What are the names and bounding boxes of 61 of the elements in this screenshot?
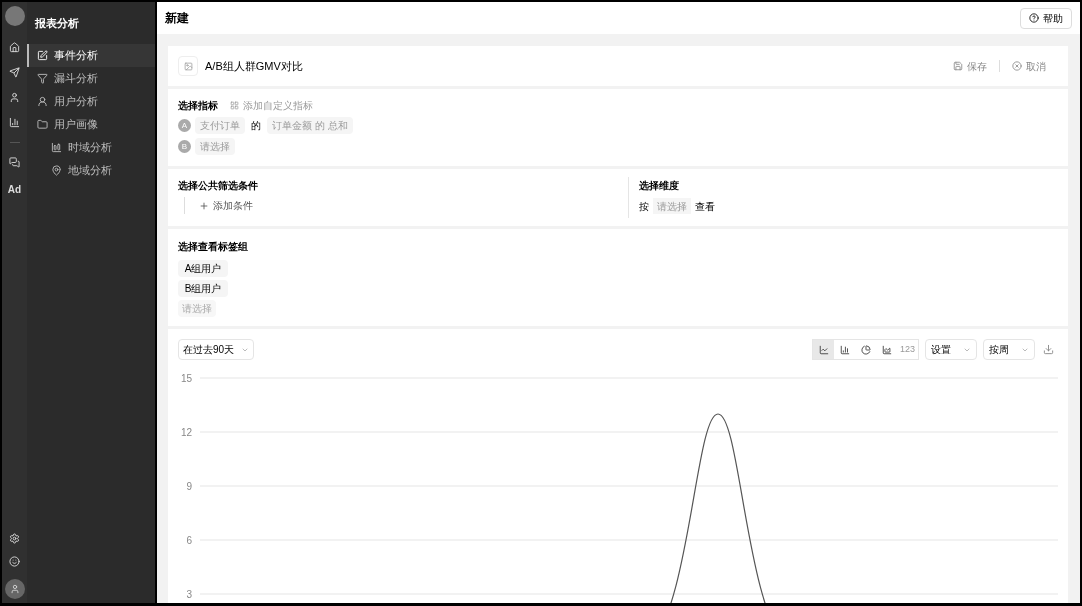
- sidebar-item[interactable]: 事件分析: [27, 44, 155, 67]
- pie-chart-icon: [860, 344, 871, 355]
- cancel-button[interactable]: 取消: [1012, 58, 1046, 74]
- date-range-dropdown[interactable]: 在过去90天: [178, 339, 254, 360]
- sidebar-item[interactable]: 地域分析: [27, 159, 155, 182]
- user-icon[interactable]: [9, 92, 20, 103]
- section-title: 选择指标: [178, 99, 218, 113]
- line-chart-icon: [818, 344, 829, 355]
- sidebar-title: 报表分析: [34, 15, 80, 31]
- suffix-text: 查看: [695, 199, 715, 214]
- smile-icon[interactable]: [9, 556, 20, 567]
- sidebar-item[interactable]: 用户分析: [27, 90, 155, 113]
- interval-dropdown[interactable]: 按周: [983, 339, 1035, 360]
- image-icon: [178, 56, 198, 76]
- user-icon: [9, 584, 20, 594]
- sidebar-item[interactable]: 漏斗分析: [27, 67, 155, 90]
- download-icon[interactable]: [1043, 344, 1054, 355]
- save-button[interactable]: 保存: [953, 58, 987, 74]
- tag-chip[interactable]: B组用户: [178, 280, 228, 297]
- chart-type-button[interactable]: [813, 340, 834, 359]
- close-icon: [1012, 61, 1022, 71]
- bar-chart-icon: [51, 142, 62, 153]
- avatar[interactable]: [4, 579, 25, 599]
- settings-icon[interactable]: [9, 533, 20, 544]
- page-title: 新建: [165, 10, 189, 27]
- settings-dropdown[interactable]: 设置: [925, 339, 977, 360]
- section-title: 选择查看标签组: [178, 240, 249, 254]
- chat-icon[interactable]: [9, 157, 20, 168]
- metric-badge: A: [178, 119, 191, 132]
- prefix-text: 按: [639, 199, 649, 214]
- ad-label[interactable]: Ad: [7, 182, 22, 197]
- user-icon: [37, 96, 48, 107]
- section-title: 选择维度: [639, 179, 680, 193]
- tag-chip[interactable]: A组用户: [178, 260, 228, 277]
- folder-icon: [37, 119, 48, 130]
- save-icon: [953, 61, 963, 71]
- home-icon[interactable]: [9, 42, 20, 53]
- bar-chart-icon[interactable]: [9, 117, 20, 128]
- area-chart-icon: [881, 344, 892, 355]
- help-icon: [1029, 13, 1039, 23]
- edit-icon: [37, 50, 48, 61]
- axis-tick-label: 6: [186, 534, 192, 546]
- metric-badge: B: [178, 140, 191, 153]
- axis-tick-label: 15: [180, 372, 192, 384]
- funnel-icon: [37, 73, 48, 84]
- plus-icon: [199, 200, 209, 211]
- logo-icon: [4, 6, 25, 26]
- send-icon[interactable]: [9, 67, 20, 78]
- help-button[interactable]: 帮助: [1020, 7, 1072, 29]
- axis-tick-label: 3: [186, 588, 192, 600]
- section-title: 选择公共筛选条件: [178, 179, 259, 193]
- axis-tick-label: 9: [186, 480, 192, 492]
- report-title: A/B组人群GMV对比: [205, 58, 303, 74]
- grid-icon: [230, 101, 239, 110]
- connector-text: 的: [250, 119, 262, 133]
- sidebar-item[interactable]: 用户画像: [27, 113, 155, 136]
- bar-chart-icon: [839, 344, 850, 355]
- axis-tick-label: 12: [180, 426, 192, 438]
- add-condition-button[interactable]: 添加条件: [199, 198, 253, 213]
- sidebar-item[interactable]: 时域分析: [27, 136, 155, 159]
- map-pin-icon: [51, 165, 62, 176]
